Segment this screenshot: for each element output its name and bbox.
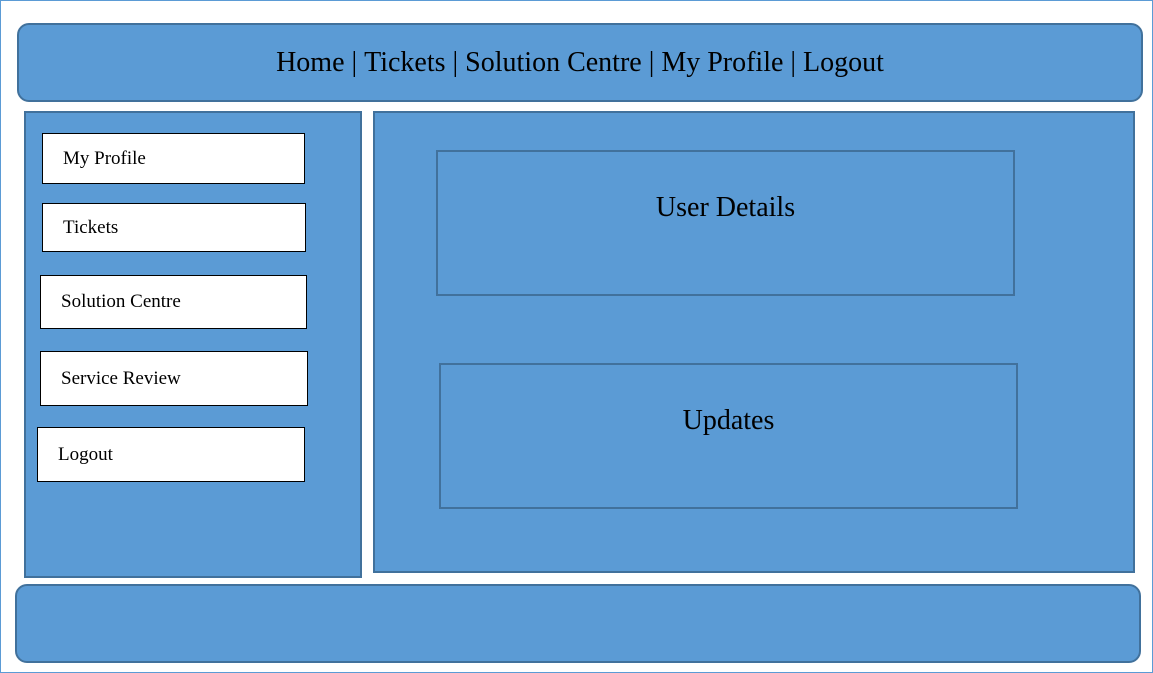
nav-logout-link[interactable]: Logout xyxy=(803,47,884,79)
nav-home-link[interactable]: Home xyxy=(276,47,344,79)
nav-tickets-link[interactable]: Tickets xyxy=(364,47,445,79)
sidebar: My Profile Tickets Solution Centre Servi… xyxy=(24,111,362,578)
updates-title: Updates xyxy=(682,405,775,436)
footer-bar xyxy=(15,584,1141,663)
sidebar-item-solution-centre[interactable]: Solution Centre xyxy=(40,275,307,329)
sidebar-item-service-review[interactable]: Service Review xyxy=(40,351,308,406)
header-bar: Home | Tickets | Solution Centre | My Pr… xyxy=(17,23,1143,102)
user-details-title: User Details xyxy=(655,192,796,223)
sidebar-item-logout[interactable]: Logout xyxy=(37,427,305,482)
nav-separator: | xyxy=(452,46,459,78)
nav-solution-centre-link[interactable]: Solution Centre xyxy=(465,47,642,79)
main-content: User Details Updates xyxy=(373,111,1135,573)
nav-my-profile-link[interactable]: My Profile xyxy=(661,47,783,79)
top-nav: Home | Tickets | Solution Centre | My Pr… xyxy=(276,47,884,79)
nav-separator: | xyxy=(790,46,797,78)
sidebar-item-tickets[interactable]: Tickets xyxy=(42,203,306,252)
user-details-panel: User Details xyxy=(436,150,1015,296)
updates-panel: Updates xyxy=(439,363,1018,509)
nav-separator: | xyxy=(351,46,358,78)
sidebar-item-my-profile[interactable]: My Profile xyxy=(42,133,305,184)
nav-separator: | xyxy=(648,46,655,78)
